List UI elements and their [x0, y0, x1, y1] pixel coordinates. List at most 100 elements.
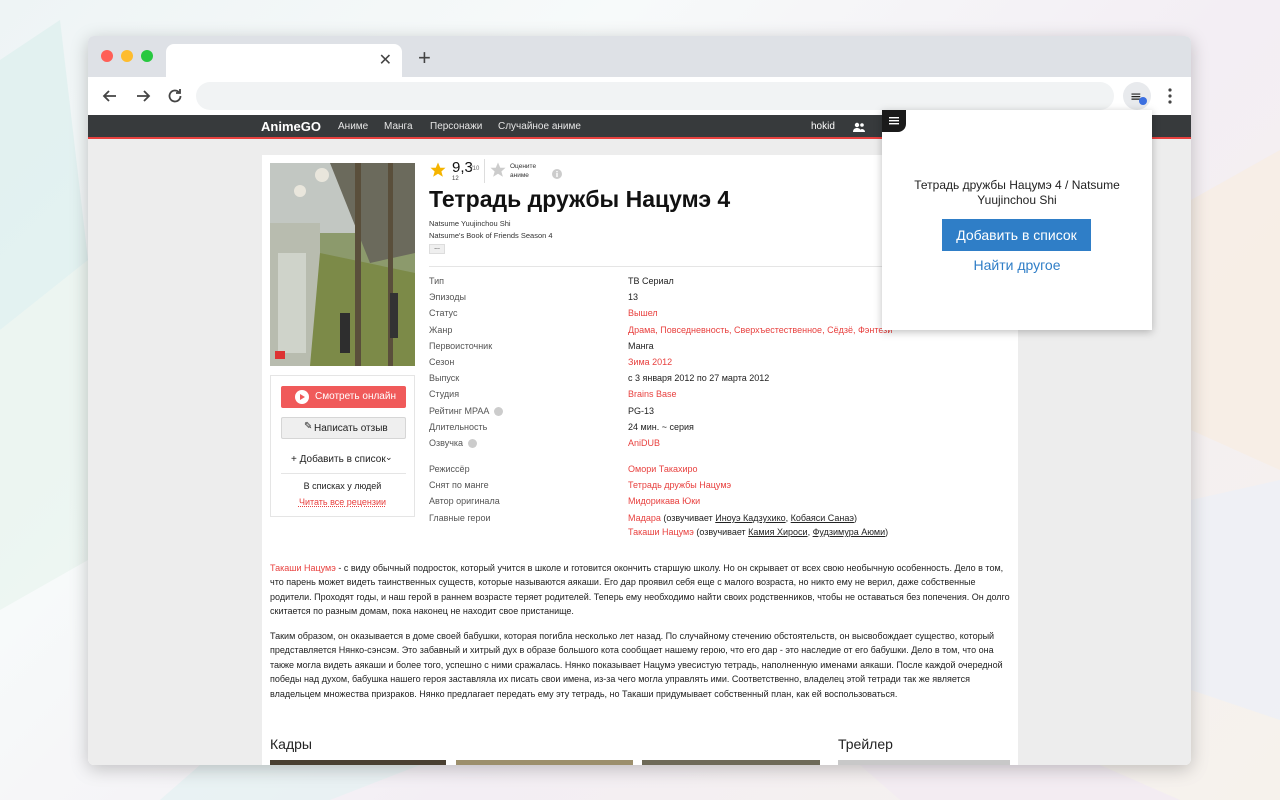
crew-value[interactable]: Омори Такахиро — [628, 464, 698, 474]
alt-name-english: Natsume's Book of Friends Season 4 — [429, 231, 553, 240]
rating-divider — [484, 159, 485, 183]
crew-value[interactable]: Мидорикава Юки — [628, 496, 700, 506]
hero-entry: Такаши Нацумэ (озвучивает Камия Хироси, … — [628, 527, 888, 537]
hero-voice-suffix: ) — [885, 527, 889, 537]
nav-characters[interactable]: Персонажи — [430, 121, 482, 132]
minimize-window-button[interactable] — [121, 50, 133, 62]
info-icon[interactable] — [552, 169, 562, 179]
hero-entry: Мадара (озвучивает Иноуэ Кадзухико, Коба… — [628, 513, 857, 523]
action-panel: Смотреть онлайн ✎ Написать отзыв + Добав… — [270, 375, 415, 517]
write-review-label: Написать отзыв — [314, 423, 388, 434]
rate-star-icon[interactable] — [489, 161, 507, 179]
help-icon[interactable] — [468, 439, 477, 448]
crew-value[interactable]: Тетрадь дружбы Нацумэ — [628, 480, 731, 490]
info-value[interactable]: Драма, Повседневность, Сверхъестественно… — [628, 325, 892, 335]
browser-menu-icon[interactable] — [1160, 86, 1180, 106]
extension-logo-icon — [882, 110, 906, 132]
chevron-down-icon: ⌄ — [385, 452, 393, 462]
voice-actor-link[interactable]: Фудзимура Аюми — [813, 527, 886, 537]
extension-popup: Тетрадь дружбы Нацумэ 4 / Natsume Yuujin… — [882, 110, 1152, 330]
hero-name-link[interactable]: Мадара — [628, 513, 661, 523]
add-to-list-button[interactable]: + Добавить в список ⌄ — [281, 449, 406, 471]
close-window-button[interactable] — [101, 50, 113, 62]
desc-character-link[interactable]: Такаши Нацумэ — [270, 563, 336, 573]
hero-name-link[interactable]: Такаши Нацумэ — [628, 527, 694, 537]
popup-add-to-list-button[interactable]: Добавить в список — [942, 219, 1091, 251]
play-icon — [295, 390, 309, 404]
frame-thumbnail[interactable] — [456, 760, 633, 765]
watch-online-label: Смотреть онлайн — [315, 391, 396, 402]
info-label: Озвучка — [429, 438, 464, 448]
info-label: Рейтинг MPAA — [429, 405, 490, 416]
back-icon[interactable] — [100, 86, 120, 106]
pencil-icon: ✎ — [304, 421, 313, 432]
forward-icon[interactable] — [133, 86, 153, 106]
voice-actor-link[interactable]: Камия Хироси — [748, 527, 807, 537]
info-label: Первоисточник — [429, 340, 493, 351]
rating-scale: /10 — [471, 166, 480, 172]
crew-label: Снят по манге — [429, 480, 489, 491]
site-logo[interactable]: AnimeGO — [261, 119, 321, 134]
voice-actor-link[interactable]: Кобаяси Санаэ — [791, 513, 854, 523]
alt-name-romaji: Natsume Yuujinchou Shi — [429, 219, 511, 228]
maximize-window-button[interactable] — [141, 50, 153, 62]
browser-tab[interactable]: ✕ — [166, 44, 402, 77]
hero-voice-suffix: ) — [853, 513, 857, 523]
info-label: Статус — [429, 308, 458, 319]
info-value[interactable]: Brains Base — [628, 389, 677, 399]
anime-poster — [270, 163, 415, 366]
read-reviews-link[interactable]: Читать все рецензии — [271, 497, 414, 507]
trailer-heading: Трейлер — [838, 736, 893, 752]
rating-star-icon — [430, 162, 446, 177]
friends-icon[interactable] — [852, 121, 866, 133]
rating-value: 9,3 — [452, 159, 473, 176]
anime-title: Тетрадь дружбы Нацумэ 4 — [429, 186, 731, 212]
info-value: 13 — [628, 292, 639, 303]
info-value: Манга — [628, 340, 654, 351]
info-label: Студия — [429, 389, 460, 400]
nav-manga[interactable]: Манга — [384, 121, 413, 132]
username-link[interactable]: hokid — [811, 121, 835, 132]
info-label: Выпуск — [429, 373, 460, 384]
info-label: Тип — [429, 276, 445, 286]
more-names-button[interactable]: ... — [429, 244, 445, 254]
voice-actor-link[interactable]: Иноуэ Кадзухико — [715, 513, 785, 523]
popup-find-other-link[interactable]: Найти другое — [882, 257, 1152, 273]
tab-bar: ✕ + — [88, 36, 1191, 77]
popup-anime-title: Тетрадь дружбы Нацумэ 4 / Natsume Yuujin… — [914, 178, 1120, 207]
crew-label: Главные герои — [429, 512, 491, 523]
rate-prompt[interactable]: Оцените аниме — [510, 162, 546, 180]
extension-icon[interactable]: ≡ — [1123, 82, 1151, 110]
info-value[interactable]: Вышел — [628, 308, 658, 318]
reload-icon[interactable] — [165, 86, 185, 106]
frames-heading: Кадры — [270, 736, 312, 752]
add-to-list-label: + Добавить в список — [291, 454, 386, 465]
trailer-thumbnail[interactable] — [838, 760, 1010, 765]
info-value[interactable]: AniDUB — [628, 438, 660, 448]
hero-voice-prefix: (озвучивает — [660, 513, 716, 523]
info-value[interactable]: Зима 2012 — [628, 357, 672, 367]
info-label: Жанр — [429, 324, 453, 335]
rating-count: 12 — [452, 176, 459, 182]
crew-label: Автор оригинала — [429, 496, 500, 507]
new-tab-button[interactable]: + — [418, 47, 431, 69]
address-bar[interactable] — [196, 82, 1114, 110]
frame-thumbnail[interactable] — [642, 760, 820, 765]
info-value: 24 мин. ~ серия — [628, 421, 694, 432]
info-label: Длительность — [429, 421, 488, 432]
watch-online-button[interactable]: Смотреть онлайн — [281, 386, 406, 408]
in-lists-text: В списках у людей — [303, 481, 382, 491]
crew-label: Режиссёр — [429, 464, 470, 474]
write-review-button[interactable]: ✎ Написать отзыв — [281, 417, 406, 439]
close-tab-icon[interactable]: ✕ — [379, 50, 392, 70]
frame-thumbnail[interactable] — [270, 760, 446, 765]
nav-random-anime[interactable]: Случайное аниме — [498, 121, 581, 132]
description-paragraph-2: Таким образом, он оказывается в доме сво… — [270, 631, 1003, 699]
info-value: PG-13 — [628, 405, 655, 416]
help-icon[interactable] — [494, 406, 503, 416]
info-value: с 3 января 2012 по 27 марта 2012 — [628, 373, 770, 384]
info-value: ТВ Сериал — [628, 276, 674, 286]
nav-anime[interactable]: Аниме — [338, 121, 368, 132]
description-paragraph-1: Такаши Нацумэ - с виду обычный подросток… — [270, 563, 1010, 617]
info-label: Эпизоды — [429, 292, 466, 303]
